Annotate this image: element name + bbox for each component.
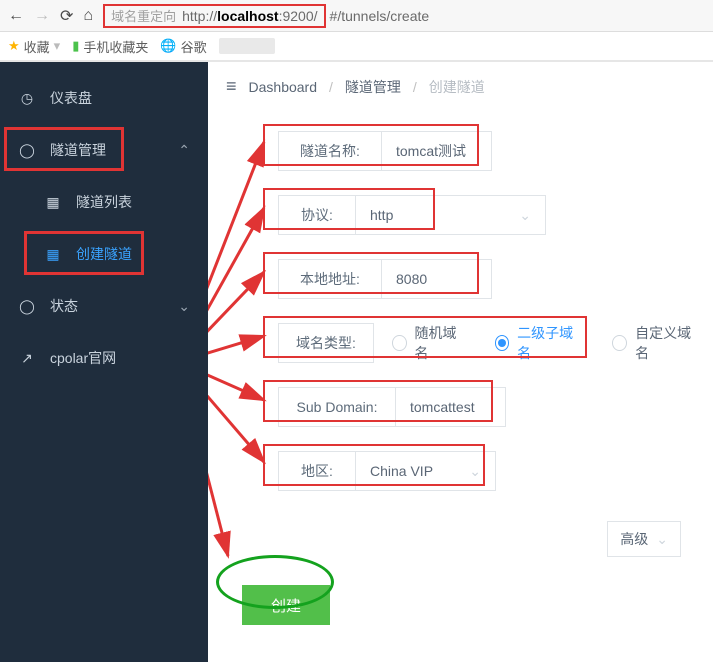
bookmark-fav[interactable]: ★收藏▾: [8, 37, 60, 56]
breadcrumb-cur: 创建隧道: [429, 77, 485, 97]
external-link-icon: ↗: [18, 349, 36, 367]
sidebar-label: 仪表盘: [50, 88, 92, 108]
tunnel-name-label: 隧道名称:: [278, 131, 382, 171]
radio-sub-domain[interactable]: 二级子域名: [495, 323, 580, 363]
sidebar-tunnel-create[interactable]: ▦ 创建隧道: [0, 228, 208, 280]
breadcrumb-mid[interactable]: 隧道管理: [345, 77, 401, 97]
chevron-up-icon: ⌃: [178, 142, 190, 159]
sidebar-label: 状态: [50, 296, 78, 316]
sidebar-tunnel-mgmt[interactable]: ◯ 隧道管理 ⌃: [0, 124, 208, 176]
bookmarks-bar: ★收藏▾ ▮手机收藏夹 🌐谷歌: [0, 32, 713, 62]
grid-icon: ▦: [44, 193, 62, 211]
menu-toggle-icon[interactable]: ≡: [226, 76, 237, 97]
chevron-down-icon: ⌄: [656, 531, 668, 548]
main-content: ≡ Dashboard / 隧道管理 / 创建隧道 隧道名称: tomcat测试…: [208, 62, 713, 662]
redirect-label: 域名重定向: [111, 6, 176, 25]
breadcrumb-sep: /: [329, 79, 333, 95]
bookmark-google[interactable]: 🌐谷歌: [160, 37, 206, 56]
sidebar-tunnel-list[interactable]: ▦ 隧道列表: [0, 176, 208, 228]
domain-type-radios: 随机域名 二级子域名: [374, 323, 580, 363]
url-text: http://localhost:9200/: [182, 8, 317, 24]
row-subdomain: Sub Domain: tomcattest: [278, 387, 699, 427]
url-bar[interactable]: 域名重定向 http://localhost:9200/ #/tunnels/c…: [103, 4, 705, 28]
forward-icon[interactable]: →: [34, 7, 50, 25]
subdomain-input[interactable]: tomcattest: [396, 387, 506, 427]
local-addr-input[interactable]: 8080: [382, 259, 492, 299]
browser-nav-bar: ← → ⟳ ⌂ 域名重定向 http://localhost:9200/ #/t…: [0, 0, 713, 32]
page: ◷ 仪表盘 ◯ 隧道管理 ⌃ ▦ 隧道列表 ▦ 创建隧道 ◯ 状态 ⌄ ↗ cp…: [0, 62, 713, 662]
sidebar-status[interactable]: ◯ 状态 ⌄: [0, 280, 208, 332]
row-tunnel-name: 隧道名称: tomcat测试: [278, 131, 699, 171]
bookmark-blurred: [219, 38, 275, 54]
sidebar-label: 隧道管理: [50, 140, 106, 160]
row-advanced: 高级⌄: [222, 521, 681, 557]
sidebar-label: 创建隧道: [76, 244, 132, 264]
row-region: 地区: China VIP⌄: [278, 451, 699, 491]
home-icon[interactable]: ⌂: [83, 7, 93, 25]
region-select[interactable]: China VIP⌄: [356, 451, 496, 491]
local-addr-label: 本地地址:: [278, 259, 382, 299]
row-domain-type: 域名类型: 随机域名 二级子域名 自定义域名: [278, 323, 699, 363]
row-protocol: 协议: http⌄: [278, 195, 699, 235]
url-hash: #/tunnels/create: [330, 8, 430, 24]
tunnel-name-input[interactable]: tomcat测试: [382, 131, 492, 171]
sidebar-label: 隧道列表: [76, 192, 132, 212]
advanced-button[interactable]: 高级⌄: [607, 521, 681, 557]
domain-type-label: 域名类型:: [278, 323, 374, 363]
protocol-label: 协议:: [278, 195, 356, 235]
row-local-addr: 本地地址: 8080: [278, 259, 699, 299]
breadcrumb: ≡ Dashboard / 隧道管理 / 创建隧道: [222, 76, 699, 97]
grid-icon: ▦: [44, 245, 62, 263]
sidebar: ◷ 仪表盘 ◯ 隧道管理 ⌃ ▦ 隧道列表 ▦ 创建隧道 ◯ 状态 ⌄ ↗ cp…: [0, 62, 208, 662]
region-label: 地区:: [278, 451, 356, 491]
row-submit: 创建: [242, 585, 699, 625]
sidebar-label: cpolar官网: [50, 348, 116, 368]
chevron-down-icon: ⌄: [469, 463, 481, 480]
circle-icon: ◯: [18, 297, 36, 315]
bookmark-mobile[interactable]: ▮手机收藏夹: [72, 37, 148, 56]
circle-icon: ◯: [18, 141, 36, 159]
reload-icon[interactable]: ⟳: [60, 6, 73, 26]
radio-random-domain[interactable]: 随机域名: [392, 323, 465, 363]
sidebar-cpolar-link[interactable]: ↗ cpolar官网: [0, 332, 208, 384]
back-icon[interactable]: ←: [8, 7, 24, 25]
chevron-down-icon: ⌄: [519, 207, 531, 224]
breadcrumb-sep: /: [413, 79, 417, 95]
breadcrumb-root[interactable]: Dashboard: [249, 79, 318, 95]
radio-custom-domain[interactable]: 自定义域名: [612, 323, 699, 363]
protocol-select[interactable]: http⌄: [356, 195, 546, 235]
sidebar-dashboard[interactable]: ◷ 仪表盘: [0, 72, 208, 124]
subdomain-label: Sub Domain:: [278, 387, 396, 427]
create-button[interactable]: 创建: [242, 585, 330, 625]
chevron-down-icon: ⌄: [178, 298, 190, 315]
gauge-icon: ◷: [18, 89, 36, 107]
